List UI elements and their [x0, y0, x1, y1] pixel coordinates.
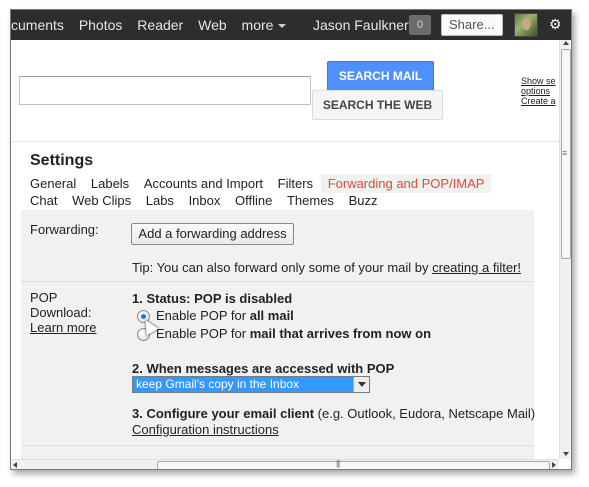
chevron-down-icon[interactable] — [353, 377, 369, 392]
nav-item-more[interactable]: more — [242, 17, 287, 33]
top-navigation-bar: cuments Photos Reader Web more Jason Fau… — [11, 10, 571, 40]
vertical-scrollbar[interactable] — [559, 40, 571, 459]
pop-label-line1: POP — [30, 290, 58, 305]
user-name[interactable]: Jason Faulkner — [313, 17, 409, 33]
share-button[interactable]: Share... — [441, 14, 503, 36]
pop-status: 1. Status: POP is disabled — [132, 291, 293, 306]
horizontal-scroll-thumb[interactable] — [157, 459, 550, 469]
pop-label-line2: Download: — [30, 305, 92, 320]
settings-tabs-row1: General Labels Accounts and Import Filte… — [30, 174, 502, 193]
forwarding-tip: Tip: You can also forward only some of y… — [132, 260, 521, 275]
nav-item-reader[interactable]: Reader — [137, 17, 183, 33]
row-divider — [21, 445, 534, 446]
show-search-options-link[interactable]: Show se — [521, 76, 556, 86]
configuration-instructions-link[interactable]: Configuration instructions — [132, 422, 279, 437]
option-now-text: Enable POP for — [156, 326, 250, 341]
when-accessed-heading: 2. When messages are accessed with POP — [132, 361, 395, 376]
enable-pop-from-now-label[interactable]: Enable POP for mail that arrives from no… — [156, 326, 431, 341]
tab-forwarding-pop-imap[interactable]: Forwarding and POP/IMAP — [320, 174, 492, 193]
configure-client-heading: 3. Configure your email client — [132, 406, 315, 421]
forwarding-label: Forwarding: — [30, 222, 99, 237]
create-filter-link[interactable]: Create a — [521, 96, 556, 106]
tab-inbox[interactable]: Inbox — [189, 193, 221, 208]
tab-labels[interactable]: Labels — [91, 176, 129, 191]
option-all-text: Enable POP for — [156, 308, 250, 323]
creating-filter-link[interactable]: creating a filter! — [432, 260, 521, 275]
tab-offline[interactable]: Offline — [235, 193, 272, 208]
pop-action-select[interactable]: keep Gmail's copy in the Inbox — [132, 376, 370, 393]
nav-item-photos[interactable]: Photos — [79, 17, 123, 33]
scroll-right-icon[interactable] — [552, 462, 556, 468]
learn-more-link[interactable]: Learn more — [30, 320, 96, 335]
option-now-bold: mail that arrives from now on — [249, 326, 432, 341]
add-forwarding-address-button[interactable]: Add a forwarding address — [131, 223, 294, 245]
scroll-down-icon[interactable] — [563, 452, 569, 456]
search-mail-button[interactable]: SEARCH MAIL — [327, 61, 434, 91]
nav-item-documents[interactable]: cuments — [11, 17, 64, 33]
row-divider — [21, 281, 534, 282]
search-options-links: Show se options Create a — [521, 76, 556, 106]
pop-action-selected-value: keep Gmail's copy in the Inbox — [136, 377, 300, 391]
avatar[interactable] — [514, 13, 538, 37]
notification-count-badge[interactable]: 0 — [409, 15, 431, 35]
tab-chat[interactable]: Chat — [30, 193, 57, 208]
option-all-bold: all mail — [249, 308, 294, 323]
header-divider — [11, 141, 559, 142]
tab-labs[interactable]: Labs — [146, 193, 174, 208]
tab-accounts-and-import[interactable]: Accounts and Import — [144, 176, 263, 191]
pop-download-label: POP Download: Learn more — [30, 290, 96, 335]
tab-buzz[interactable]: Buzz — [349, 193, 378, 208]
scroll-left-icon[interactable] — [13, 462, 17, 468]
enable-pop-all-mail-label[interactable]: Enable POP for all mail — [156, 308, 294, 323]
search-input[interactable] — [19, 76, 311, 105]
search-web-button[interactable]: SEARCH THE WEB — [312, 90, 443, 120]
settings-tabs-row2: Chat Web Clips Labs Inbox Offline Themes… — [30, 193, 388, 208]
configure-client-text: 3. Configure your email client (e.g. Out… — [132, 406, 535, 421]
tab-general[interactable]: General — [30, 176, 76, 191]
gear-icon[interactable]: ⚙ — [549, 16, 562, 33]
nav-item-web[interactable]: Web — [198, 17, 227, 33]
tip-text: Tip: You can also forward only some of y… — [132, 260, 433, 275]
page-title: Settings — [30, 152, 94, 169]
scroll-up-icon[interactable] — [563, 41, 569, 45]
vertical-scroll-thumb[interactable] — [561, 49, 571, 259]
configure-client-examples: (e.g. Outlook, Eudora, Netscape Mail) — [314, 406, 536, 421]
tab-filters[interactable]: Filters — [278, 176, 313, 191]
app-nav: cuments Photos Reader Web more — [11, 17, 297, 33]
tab-web-clips[interactable]: Web Clips — [72, 193, 131, 208]
horizontal-scrollbar[interactable] — [11, 459, 559, 469]
browser-window: cuments Photos Reader Web more Jason Fau… — [10, 9, 572, 470]
tab-themes[interactable]: Themes — [287, 193, 334, 208]
search-options-link[interactable]: options — [521, 86, 556, 96]
